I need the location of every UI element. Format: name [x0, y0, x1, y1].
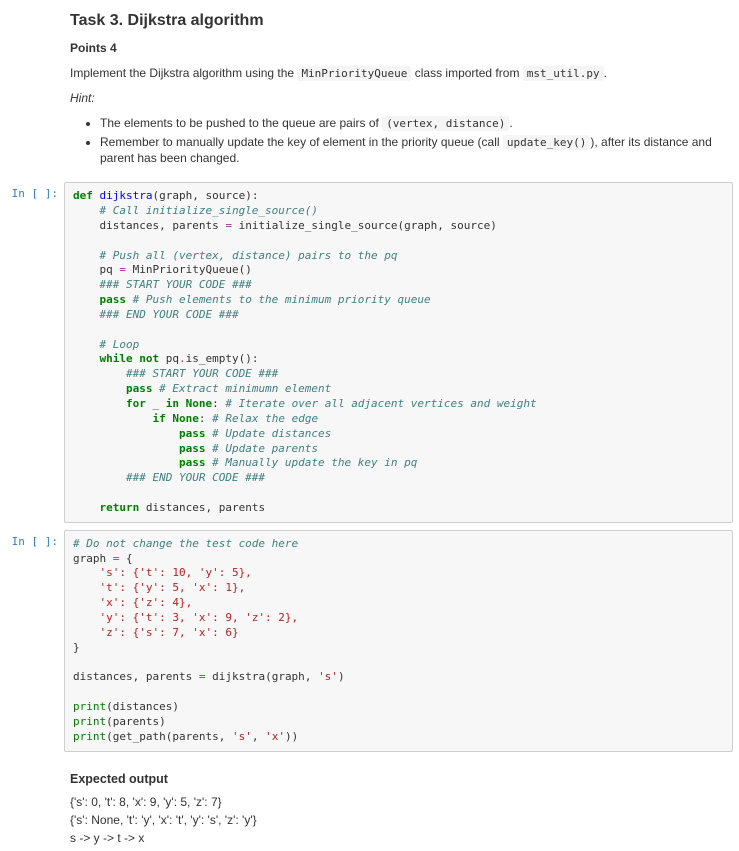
expected-line-1: {'s': 0, 't': 8, 'x': 9, 'y': 5, 'z': 7} [70, 794, 731, 811]
code-cell-2[interactable]: In [ ]: # Do not change the test code he… [0, 528, 739, 754]
code-cell-1[interactable]: In [ ]: def dijkstra(graph, source): # C… [0, 180, 739, 525]
task-title: Task 3. Dijkstra algorithm [70, 10, 731, 32]
inline-code-pair: (vertex, distance) [382, 116, 509, 131]
hint-item-2: Remember to manually update the key of e… [100, 134, 731, 168]
hint-label: Hint: [70, 90, 731, 107]
intro-text-post: . [604, 66, 607, 80]
inline-code-updatekey: update_key() [503, 135, 590, 150]
expected-output-heading: Expected output [70, 771, 731, 789]
code-block-1[interactable]: def dijkstra(graph, source): # Call init… [73, 189, 724, 516]
hint-item-1: The elements to be pushed to the queue a… [100, 115, 731, 132]
points-label: Points 4 [70, 40, 731, 57]
intro-text-mid: class imported from [411, 66, 522, 80]
code-block-2[interactable]: # Do not change the test code here graph… [73, 537, 724, 745]
notebook-container: Task 3. Dijkstra algorithm Points 4 Impl… [0, 0, 739, 851]
input-prompt: In [ ]: [0, 530, 64, 752]
input-prompt: In [ ]: [0, 182, 64, 523]
inline-code-mstutil: mst_util.py [523, 66, 604, 81]
hint2-pre: Remember to manually update the key of e… [100, 135, 503, 149]
expected-line-2: {'s': None, 't': 'y', 'x': 't', 'y': 's'… [70, 812, 731, 829]
hint1-pre: The elements to be pushed to the queue a… [100, 116, 382, 130]
expected-output-cell: Expected output {'s': 0, 't': 8, 'x': 9,… [0, 757, 739, 851]
intro-text-pre: Implement the Dijkstra algorithm using t… [70, 66, 297, 80]
code-input-area[interactable]: # Do not change the test code here graph… [64, 530, 733, 752]
intro-paragraph: Implement the Dijkstra algorithm using t… [70, 65, 731, 82]
hint1-post: . [509, 116, 512, 130]
inline-code-minpq: MinPriorityQueue [297, 66, 411, 81]
expected-line-3: s -> y -> t -> x [70, 830, 731, 847]
code-input-area[interactable]: def dijkstra(graph, source): # Call init… [64, 182, 733, 523]
task-markdown: Task 3. Dijkstra algorithm Points 4 Impl… [0, 0, 739, 177]
hint-list: The elements to be pushed to the queue a… [70, 115, 731, 167]
